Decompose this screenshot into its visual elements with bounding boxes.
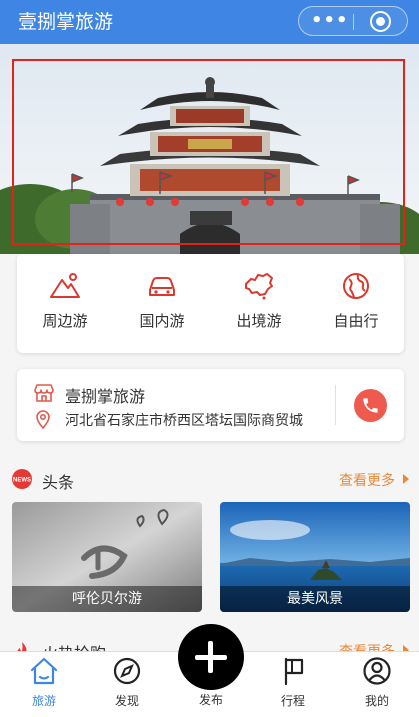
banner-image[interactable] [0,44,419,254]
category-outbound[interactable]: 出境游 [211,254,307,353]
tab-label: 旅游 [31,694,56,708]
tab-travel[interactable]: 旅游 [14,652,74,717]
category-card: 周边游 国内游 出境游 自由行 [17,254,404,353]
category-label: 周边游 [42,312,88,330]
tab-label-publish: 发布 [198,693,223,707]
store-icon [34,384,54,402]
china-map-icon [245,273,273,300]
tab-label: 行程 [280,694,305,708]
location-pin-icon [36,410,50,429]
tile-caption: 最美风景 [220,586,410,612]
category-domestic[interactable]: 国内游 [114,254,210,353]
category-nearby[interactable]: 周边游 [17,254,113,353]
phone-icon [363,398,378,413]
user-icon [363,657,391,685]
news-badge-text: NEWS [13,478,31,484]
category-free-travel[interactable]: 自由行 [308,254,404,353]
shop-card-divider [335,385,336,425]
app-title: 壹捌掌旅游 [18,11,114,33]
caret-right-icon[interactable] [403,474,409,484]
call-button[interactable] [354,389,387,422]
tab-discover[interactable]: 发现 [97,652,157,717]
category-label: 出境游 [236,312,282,330]
headlines-title: 头条 [42,473,75,492]
headlines-header: NEWS 头条 查看更多 [0,467,419,492]
shop-info-card: 壹捌掌旅游 河北省石家庄市桥西区塔坛国际商贸城 [17,369,404,441]
car-icon [149,277,175,296]
tab-label: 发现 [114,694,139,708]
tab-mine[interactable]: 我的 [347,652,407,717]
see-more-link[interactable]: 查看更多 [339,470,395,490]
app-header: 壹捌掌旅游 ••• [0,0,419,44]
tile-caption: 呼伦贝尔游 [12,586,202,612]
capsule-divider [353,14,354,30]
category-label: 自由行 [333,312,379,330]
shop-name: 壹捌掌旅游 [65,387,146,406]
publish-button[interactable] [178,624,244,690]
compass-icon [113,657,141,685]
news-badge-icon: NEWS [12,469,32,489]
feature-tile-scenery[interactable]: 最美风景 [220,502,410,612]
mini-program-capsule: ••• [298,6,408,36]
tab-label: 我的 [364,694,389,708]
tower-illustration [0,44,419,254]
globe-icon [343,273,369,299]
feature-tile-hulunbuir[interactable]: 呼伦贝尔游 [12,502,202,612]
ellipsis-icon[interactable]: ••• [311,11,348,31]
mountain-icon [50,273,80,298]
tab-itinerary[interactable]: 行程 [263,652,323,717]
home-icon [30,657,58,685]
plus-icon-vertical [208,641,213,673]
flag-icon [284,657,304,686]
shop-address: 河北省石家庄市桥西区塔坛国际商贸城 [65,413,303,429]
category-label: 国内游 [139,312,185,330]
target-circle-icon[interactable] [370,11,391,32]
